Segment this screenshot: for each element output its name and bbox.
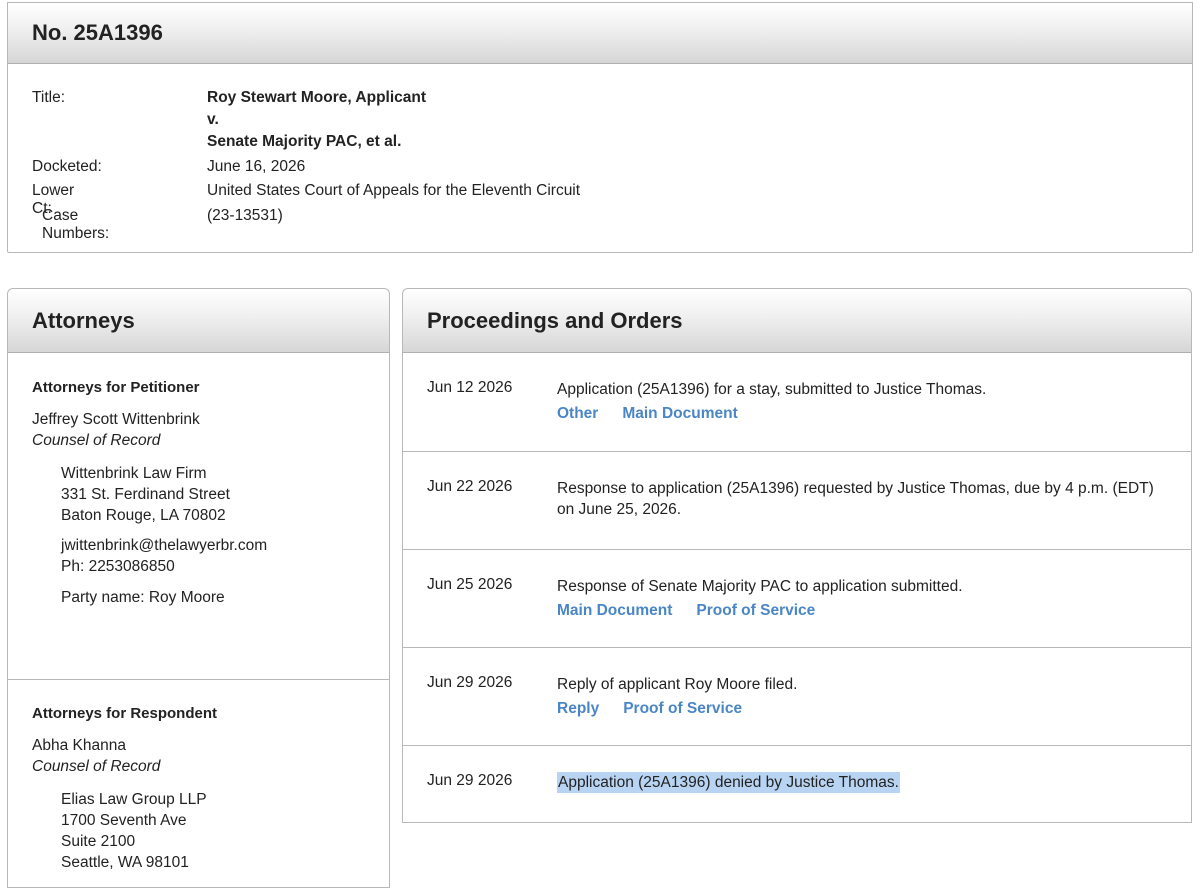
petitioner-attorney-name: Jeffrey Scott Wittenbrink xyxy=(32,411,200,428)
document-link-reply[interactable]: Reply xyxy=(557,700,599,717)
petitioner-party-name: Party name: Roy Moore xyxy=(61,589,225,606)
title-respondent: Senate Majority PAC, et al. xyxy=(207,133,402,150)
respondent-address-line: 1700 Seventh Ave xyxy=(61,812,187,829)
title-applicant: Roy Stewart Moore, Applicant xyxy=(207,89,427,106)
document-link-main-document[interactable]: Main Document xyxy=(557,602,672,619)
proceeding-row: Jun 22 2026 Response to application (25A… xyxy=(403,452,1191,550)
proceeding-date: Jun 22 2026 xyxy=(427,478,513,495)
proceeding-row: Jun 29 2026 Application (25A1396) denied… xyxy=(403,746,1191,823)
proceedings-heading: Proceedings and Orders xyxy=(403,289,1191,353)
petitioner-title: Attorneys for Petitioner xyxy=(32,379,200,396)
petitioner-phone: Ph: 2253086850 xyxy=(61,558,175,575)
respondent-role: Counsel of Record xyxy=(32,758,161,775)
proceeding-links: Other Main Document xyxy=(557,405,762,423)
case-info-panel: No. 25A1396 Title: Roy Stewart Moore, Ap… xyxy=(7,2,1193,253)
petitioner-email: jwittenbrink@thelawyerbr.com xyxy=(61,537,268,554)
document-link-proof-of-service[interactable]: Proof of Service xyxy=(696,602,815,619)
proceeding-date: Jun 29 2026 xyxy=(427,674,513,691)
petitioner-role: Counsel of Record xyxy=(32,432,161,449)
lower-ct-value: United States Court of Appeals for the E… xyxy=(207,182,581,199)
case-number-header: No. 25A1396 xyxy=(8,3,1192,64)
proceeding-date: Jun 29 2026 xyxy=(427,772,513,789)
document-link-main-document[interactable]: Main Document xyxy=(622,405,737,422)
proceeding-row: Jun 29 2026 Reply of applicant Roy Moore… xyxy=(403,648,1191,746)
proceeding-text: Response of Senate Majority PAC to appli… xyxy=(557,578,963,595)
proceeding-text: Application (25A1396) for a stay, submit… xyxy=(557,381,987,398)
respondent-address-line: Elias Law Group LLP xyxy=(61,791,207,808)
respondent-address-line: Seattle, WA 98101 xyxy=(61,854,189,871)
respondent-title: Attorneys for Respondent xyxy=(32,705,218,722)
proceeding-row: Jun 25 2026 Response of Senate Majority … xyxy=(403,550,1191,648)
document-link-proof-of-service[interactable]: Proof of Service xyxy=(623,700,742,717)
docketed-label: Docketed: xyxy=(32,158,102,175)
petitioner-address-line: 331 St. Ferdinand Street xyxy=(61,486,230,503)
attorneys-heading: Attorneys xyxy=(8,289,389,353)
docketed-value: June 16, 2026 xyxy=(207,158,306,175)
proceeding-row: Jun 12 2026 Application (25A1396) for a … xyxy=(403,353,1191,452)
proceeding-date: Jun 25 2026 xyxy=(427,576,513,593)
attorneys-divider xyxy=(8,679,389,680)
case-numbers-label: Case Numbers: xyxy=(42,207,110,242)
proceeding-text-wrapper: Application (25A1396) denied by Justice … xyxy=(557,772,1167,793)
proceeding-text: Response to application (25A1396) reques… xyxy=(557,480,1154,518)
proceeding-links: Reply Proof of Service xyxy=(557,700,766,718)
petitioner-address-line: Baton Rouge, LA 70802 xyxy=(61,507,226,524)
case-numbers-value: (23-13531) xyxy=(207,207,283,224)
title-versus: v. xyxy=(207,111,219,128)
proceeding-text: Reply of applicant Roy Moore filed. xyxy=(557,676,798,693)
title-label: Title: xyxy=(32,89,66,106)
respondent-attorney-name: Abha Khanna xyxy=(32,737,126,754)
document-link-other[interactable]: Other xyxy=(557,405,598,422)
proceeding-text-highlighted: Application (25A1396) denied by Justice … xyxy=(557,772,900,793)
proceeding-links: Main Document Proof of Service xyxy=(557,602,839,620)
proceeding-date: Jun 12 2026 xyxy=(427,379,513,396)
attorneys-panel: Attorneys Attorneys for Petitioner Jeffr… xyxy=(7,288,390,888)
petitioner-address-line: Wittenbrink Law Firm xyxy=(61,465,207,482)
respondent-address-line: Suite 2100 xyxy=(61,833,136,850)
proceedings-panel: Proceedings and Orders Jun 12 2026 Appli… xyxy=(402,288,1192,823)
